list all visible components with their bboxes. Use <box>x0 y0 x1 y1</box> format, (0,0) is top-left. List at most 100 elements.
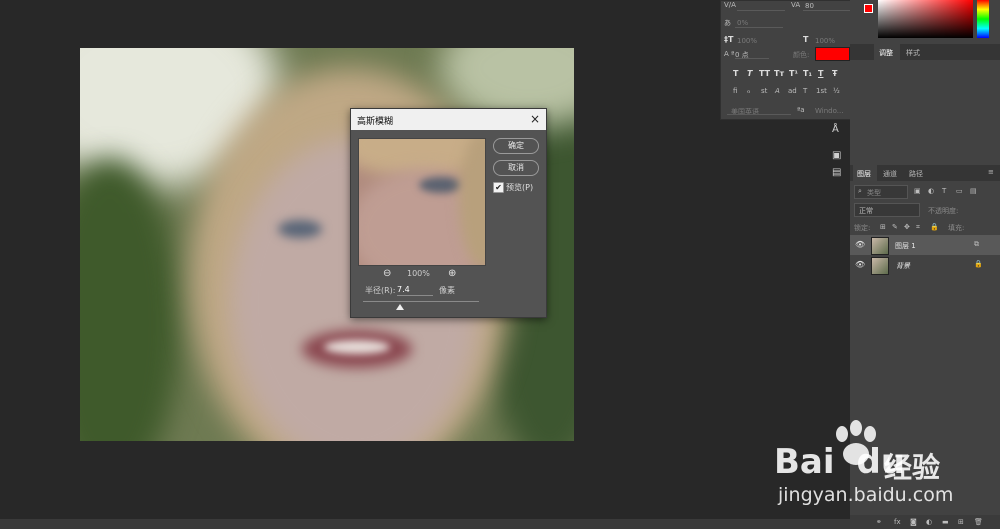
tab-layers[interactable]: 图层 <box>857 169 871 179</box>
ok-button[interactable]: 确定 <box>493 138 539 154</box>
lock-all-icon[interactable]: 🔒 <box>930 223 939 231</box>
adjustments-tabbar <box>850 44 1000 60</box>
stylistic-alternates-icon[interactable]: ad <box>788 87 797 95</box>
radius-label: 半径(R): <box>365 286 396 295</box>
preview-checkbox[interactable]: ✔ <box>493 182 504 193</box>
layer-row[interactable]: 👁 背景 🔒 <box>850 255 1000 275</box>
filter-adjustment-icon[interactable]: ◐ <box>928 187 934 195</box>
preview-label: 预览(P) <box>506 183 534 192</box>
mask-icon[interactable]: ◙ <box>910 518 917 526</box>
anti-alias-select[interactable]: Windo... <box>815 107 843 115</box>
notes-panel-icon[interactable]: ▤ <box>832 167 841 178</box>
alternate-ligatures-icon[interactable]: ℴ <box>747 87 750 95</box>
filter-shape-icon[interactable]: ▭ <box>956 187 963 195</box>
tracking-icon: VA <box>791 1 801 9</box>
close-icon[interactable]: × <box>530 112 540 126</box>
horizontal-scale-value[interactable]: 100% <box>815 37 835 45</box>
font-style-row: T T TT Tт T¹ T₁ T Ŧ <box>731 69 851 79</box>
filter-type-icon[interactable]: T <box>942 187 946 195</box>
foreground-color-swatch[interactable] <box>864 4 873 13</box>
dialog-title: 高斯模糊 <box>357 117 394 127</box>
zoom-in-icon[interactable]: ⊕ <box>448 268 456 279</box>
baseline-shift-field[interactable] <box>735 49 769 59</box>
layer-filter-select[interactable]: ⌕ 类型 <box>854 185 908 199</box>
subscript-icon[interactable]: T₁ <box>803 69 812 78</box>
filter-pixel-icon[interactable]: ▣ <box>914 187 921 195</box>
lock-pixels-icon[interactable]: ✎ <box>892 223 898 231</box>
watermark-url: jingyan.baidu.com <box>778 484 954 506</box>
link-icon[interactable]: ⚭ <box>876 518 882 526</box>
smart-object-icon: ⧉ <box>974 240 979 248</box>
lock-position-icon[interactable]: ✥ <box>904 223 910 231</box>
dialog-titlebar[interactable]: 高斯模糊 × <box>351 109 546 130</box>
adjustment-icon[interactable]: ◐ <box>926 518 932 526</box>
fill-label: 填充: <box>948 224 965 232</box>
titling-icon[interactable]: T <box>803 87 807 95</box>
radius-slider-thumb[interactable] <box>396 304 404 310</box>
faux-italic-icon[interactable]: T <box>747 69 752 78</box>
all-caps-icon[interactable]: TT <box>759 69 770 78</box>
trash-icon[interactable]: 🗑 <box>974 518 983 526</box>
blend-mode-select[interactable]: 正常 <box>854 203 920 217</box>
leading-icon: あ <box>724 19 731 27</box>
gaussian-blur-dialog: 高斯模糊 × 确定 取消 ✔ 预览(P) ⊖ 100% ⊕ 半径(R): 像素 <box>350 108 547 318</box>
lock-label: 锁定: <box>854 224 871 232</box>
layer-name[interactable]: 背景 <box>896 261 910 271</box>
vertical-scale-value[interactable]: 100% <box>737 37 757 45</box>
radius-input[interactable] <box>397 284 433 296</box>
radius-unit: 像素 <box>439 286 455 295</box>
lock-artboard-icon[interactable]: ⌗ <box>916 223 920 232</box>
layer-row-selected[interactable]: 👁 图层 1 ⧉ <box>850 235 1000 255</box>
text-color-swatch[interactable] <box>815 47 850 61</box>
ordinals-icon[interactable]: 1st <box>816 87 827 95</box>
lock-transparent-icon[interactable]: ⊞ <box>880 223 886 231</box>
cancel-button[interactable]: 取消 <box>493 160 539 176</box>
filter-preview[interactable] <box>358 138 486 266</box>
panel-menu-icon[interactable]: ≡ <box>988 168 994 176</box>
watermark-brand: Bai <box>774 442 835 482</box>
character-panel-icon[interactable]: Å <box>832 124 839 135</box>
swash-icon[interactable]: A <box>775 87 780 95</box>
lock-icon: 🔒 <box>974 260 983 268</box>
tab-channels[interactable]: 通道 <box>883 169 897 179</box>
tracking-field[interactable] <box>803 1 853 11</box>
zoom-out-icon[interactable]: ⊖ <box>383 268 391 279</box>
new-layer-icon[interactable]: ⊞ <box>958 518 964 526</box>
underline-icon[interactable]: T <box>818 69 823 78</box>
baseline-shift-icon: A ª <box>724 50 735 58</box>
faux-bold-icon[interactable]: T <box>733 69 738 78</box>
kerning-field[interactable] <box>737 1 785 11</box>
blend-mode-value: 正常 <box>859 207 873 215</box>
horizontal-scale-icon: T <box>803 35 809 44</box>
paragraph-panel-icon[interactable]: ▣ <box>832 150 841 161</box>
small-caps-icon[interactable]: Tт <box>774 69 784 78</box>
tab-paths[interactable]: 路径 <box>909 169 923 179</box>
fractions-icon[interactable]: ½ <box>833 87 840 95</box>
language-field[interactable] <box>727 105 791 115</box>
opentype-row: fi ℴ st A ad T 1st ½ <box>731 87 851 97</box>
eye-icon[interactable]: 👁 <box>855 260 865 269</box>
tab-adjustments[interactable]: 调整 <box>879 48 893 58</box>
status-bar <box>0 519 850 529</box>
baidu-watermark: Bai du 经验 jingyan.baidu.com <box>762 420 953 510</box>
folder-icon[interactable]: ▬ <box>942 518 949 526</box>
radius-slider-track[interactable] <box>363 301 479 302</box>
fx-icon[interactable]: fx <box>894 518 901 526</box>
hue-slider[interactable] <box>977 0 989 38</box>
discretionary-ligatures-icon[interactable]: st <box>761 87 767 95</box>
layer-name[interactable]: 图层 1 <box>895 241 916 251</box>
layer-thumbnail <box>871 237 889 255</box>
opacity-label: 不透明度: <box>928 207 959 215</box>
tab-styles[interactable]: 样式 <box>906 48 920 58</box>
zoom-level: 100% <box>407 269 430 278</box>
superscript-icon[interactable]: T¹ <box>789 69 798 78</box>
canvas-eye-left <box>278 220 322 238</box>
strikethrough-icon[interactable]: Ŧ <box>832 69 837 78</box>
eye-icon[interactable]: 👁 <box>855 240 865 249</box>
ligatures-icon[interactable]: fi <box>733 87 737 95</box>
leading-field[interactable] <box>735 18 783 28</box>
color-picker-field[interactable] <box>878 0 973 38</box>
filter-smart-icon[interactable]: ▤ <box>970 187 977 195</box>
panel-tool-strip: Å ▣ ▤ <box>826 120 848 185</box>
layer-thumbnail <box>871 257 889 275</box>
